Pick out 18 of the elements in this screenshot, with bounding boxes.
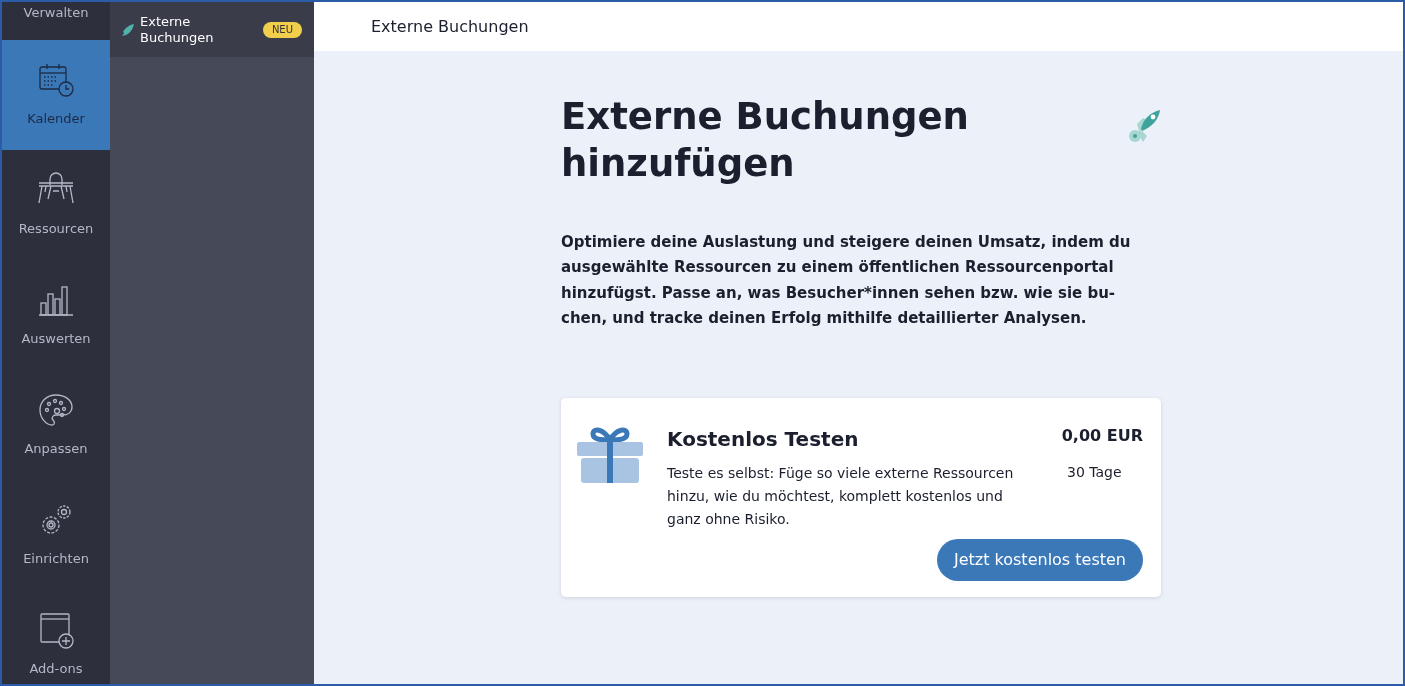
try-free-button[interactable]: Jetzt kostenlos testen xyxy=(936,539,1143,581)
rail-item[interactable]: Add-ons xyxy=(2,590,110,684)
page-title: Externe Buchungen xyxy=(371,15,529,38)
duration: 30 Tage xyxy=(1067,462,1123,482)
rail-item[interactable]: Einrichten xyxy=(2,480,110,590)
calendar-icon xyxy=(36,61,76,100)
heading: Externe Buchungen hinzufügen xyxy=(561,94,970,188)
rail-item[interactable]: Ressourcen xyxy=(2,150,110,260)
rail-item[interactable]: Verwalten xyxy=(2,2,110,40)
plan-description: Teste es selbst: Füge so viele externe Ressourcen hinzu, wie du möchtest, komplett kostenlos und ganz ohne Risiko. xyxy=(667,463,1015,529)
plan-title: Kostenlos Testen xyxy=(667,425,859,453)
price: 0,00 EUR xyxy=(1061,424,1143,447)
intro-text: Optimiere deine Auslastung und steigere deinen Umsatz, indem du ausgewählte Ressourcen zu einem öffentlichen Ressourcenportal hinzufügst. Passe an, was Besucher*innen sehen bzw. wie sie bu-chen, und tracke deinen Erfolg mithilfe detaillierter Analysen. xyxy=(561,231,1132,330)
gift-icon xyxy=(577,425,643,486)
rail-item[interactable]: Auswerten xyxy=(2,260,110,370)
rail-item[interactable]: Anpassen xyxy=(2,370,110,480)
new-badge: NEU xyxy=(262,21,302,38)
subnav-item[interactable]: Externe Buchungen NEU xyxy=(110,2,314,57)
